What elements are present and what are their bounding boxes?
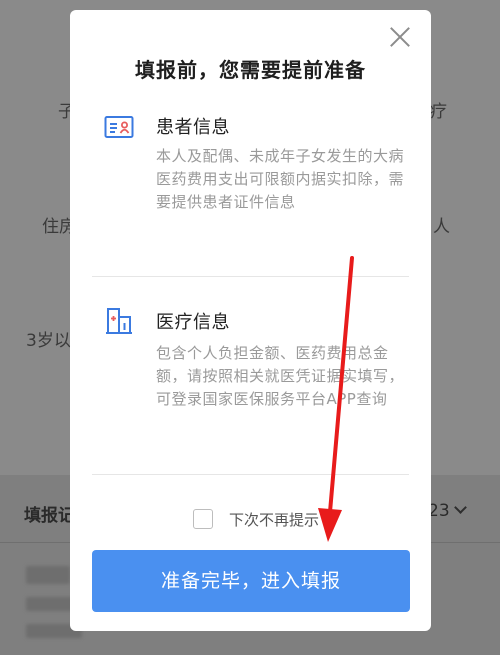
patient-info-description: 本人及配偶、未成年子女发生的大病医药费用支出可限额内据实扣除，需要提供患者证件信… (156, 147, 405, 211)
section-divider (92, 276, 409, 277)
dont-remind-row[interactable]: 下次不再提示 (70, 508, 431, 532)
id-card-icon (104, 116, 134, 138)
bg-row1-right: 疗 (430, 102, 447, 122)
bg-blurred-text (26, 566, 70, 584)
dialog-title: 填报前，您需要提前准备 (135, 58, 366, 82)
bg-row2-right: 人 (433, 217, 450, 237)
close-icon[interactable] (389, 26, 411, 48)
preparation-dialog: 填报前，您需要提前准备 患者信息 本人及配偶、未成年子女发生的大病医药费用支出可… (70, 10, 431, 631)
bg-year-label: 23 (428, 501, 450, 521)
medical-info-title: 医疗信息 (156, 312, 230, 333)
bg-record-label: 填报记 (24, 506, 75, 526)
section-divider (92, 474, 409, 475)
medical-info-description: 包含个人负担金额、医药费用总金额，请按照相关就医凭证据实填写，可登录国家医保服务… (156, 344, 405, 408)
bg-row3-left: 3岁以 (26, 331, 71, 351)
hospital-building-icon (106, 308, 132, 334)
confirm-enter-button[interactable]: 准备完毕，进入填报 (92, 550, 410, 612)
patient-info-title: 患者信息 (156, 117, 230, 138)
dont-remind-label[interactable]: 下次不再提示 (229, 509, 319, 530)
dont-remind-checkbox[interactable] (193, 509, 213, 529)
